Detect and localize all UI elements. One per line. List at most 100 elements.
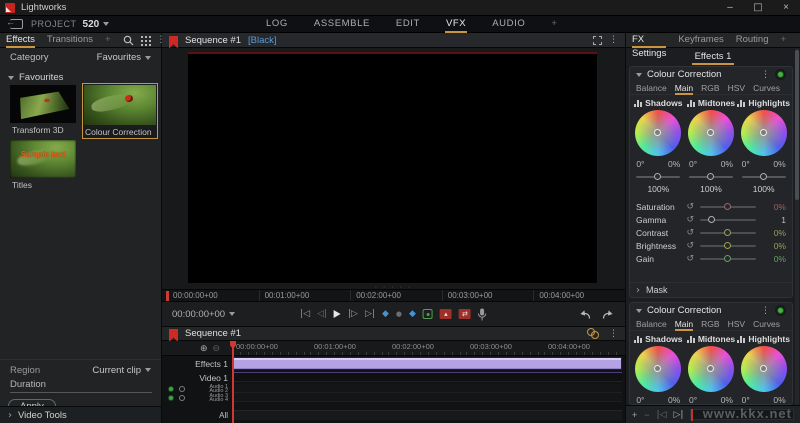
master-slider[interactable] bbox=[636, 176, 680, 178]
highlights-colour-wheel[interactable] bbox=[741, 346, 787, 392]
cc-tab-curves[interactable]: Curves bbox=[753, 318, 780, 331]
timeline-playhead[interactable] bbox=[232, 341, 234, 423]
histogram-icon[interactable] bbox=[634, 336, 642, 343]
shadows-colour-wheel[interactable] bbox=[635, 346, 681, 392]
video-track[interactable] bbox=[232, 372, 622, 382]
insert-edit-button[interactable]: ▴ bbox=[440, 309, 452, 319]
tab-audio[interactable]: AUDIO bbox=[491, 16, 526, 33]
timeline-zoom-out-icon[interactable]: ⊖ bbox=[213, 344, 221, 354]
effect-thumb-titles[interactable]: Sample text bbox=[10, 140, 76, 178]
effect-enabled-toggle[interactable] bbox=[777, 307, 784, 314]
cc-tab-curves[interactable]: Curves bbox=[753, 82, 780, 95]
cc-tab-hsv[interactable]: HSV bbox=[728, 82, 745, 95]
audio-monitor-radio-off[interactable] bbox=[179, 386, 185, 392]
reset-icon[interactable]: ↺ bbox=[686, 228, 694, 238]
histogram-icon[interactable] bbox=[634, 100, 642, 107]
wheel-handle[interactable] bbox=[707, 129, 714, 136]
histogram-icon[interactable] bbox=[737, 336, 745, 343]
reset-icon[interactable]: ↺ bbox=[686, 215, 694, 225]
remove-effect-button[interactable]: − bbox=[644, 410, 649, 420]
cc-tab-rgb[interactable]: RGB bbox=[701, 82, 719, 95]
histogram-icon[interactable] bbox=[737, 100, 745, 107]
track-label-effects[interactable]: Effects 1 bbox=[162, 359, 228, 369]
tab-add[interactable]: + bbox=[550, 16, 558, 33]
audio-track-1-2[interactable] bbox=[232, 384, 622, 393]
mask-section[interactable]: › Mask bbox=[630, 282, 792, 297]
jump-to-end-button[interactable]: ▷| bbox=[365, 309, 375, 319]
replace-edit-button[interactable]: ⇄ bbox=[459, 309, 471, 319]
fullscreen-icon[interactable] bbox=[593, 36, 602, 45]
tab-effects[interactable]: Effects bbox=[6, 33, 35, 48]
play-button[interactable] bbox=[334, 310, 341, 318]
cc-tab-balance[interactable]: Balance bbox=[636, 82, 667, 95]
cc-tab-main[interactable]: Main bbox=[675, 318, 693, 331]
audio-track-3-4[interactable] bbox=[232, 393, 622, 402]
reset-icon[interactable]: ↺ bbox=[686, 254, 694, 264]
contrast-slider[interactable] bbox=[700, 232, 756, 234]
master-slider[interactable] bbox=[689, 176, 733, 178]
timeline-menu-icon[interactable]: ⋮ bbox=[609, 329, 618, 339]
wheel-handle[interactable] bbox=[760, 365, 767, 372]
viewer-timecode-ruler[interactable]: 00:00:00+00 00:01:00+00 00:02:00+00 00:0… bbox=[162, 289, 625, 302]
mark-out-button[interactable]: ◆ bbox=[409, 309, 416, 319]
fx-scrub-marker[interactable] bbox=[691, 409, 693, 421]
safe-insert-icon[interactable] bbox=[423, 309, 433, 319]
audio-track-labels[interactable]: Audio 3Audio 4 bbox=[192, 393, 228, 403]
previous-keyframe-button[interactable]: |◁ bbox=[657, 410, 667, 420]
section-collapse-icon[interactable] bbox=[636, 309, 642, 313]
microphone-icon[interactable] bbox=[478, 308, 487, 321]
tab-vfx[interactable]: VFX bbox=[445, 16, 467, 33]
master-slider[interactable] bbox=[742, 176, 786, 178]
shadows-colour-wheel[interactable] bbox=[635, 110, 681, 156]
midtones-colour-wheel[interactable] bbox=[688, 110, 734, 156]
effect-stack-title[interactable]: Effects 1 bbox=[692, 51, 735, 65]
brightness-slider[interactable] bbox=[700, 245, 756, 247]
reset-icon[interactable]: ↺ bbox=[686, 241, 694, 251]
track-label-video[interactable]: Video 1 bbox=[162, 373, 228, 383]
sync-lock-icon[interactable] bbox=[587, 328, 600, 339]
cc-tab-rgb[interactable]: RGB bbox=[701, 318, 719, 331]
cue-marker-button[interactable]: ● bbox=[396, 310, 402, 318]
section-menu-icon[interactable]: ⋮ bbox=[761, 70, 770, 80]
tab-add-panel[interactable]: + bbox=[105, 33, 111, 48]
exit-project-icon[interactable] bbox=[10, 19, 23, 29]
close-button[interactable]: × bbox=[772, 0, 800, 16]
jump-to-start-button[interactable]: |◁ bbox=[300, 309, 310, 319]
tab-routing[interactable]: Routing bbox=[736, 33, 769, 48]
duration-field[interactable]: Duration bbox=[10, 379, 152, 393]
midtones-colour-wheel[interactable] bbox=[688, 346, 734, 392]
wheel-handle[interactable] bbox=[707, 365, 714, 372]
add-effect-button[interactable]: + bbox=[632, 410, 637, 420]
timeline-zoom-in-icon[interactable]: ⊕ bbox=[200, 344, 208, 354]
gamma-slider[interactable] bbox=[700, 219, 756, 221]
video-preview[interactable] bbox=[188, 52, 597, 283]
mark-in-button[interactable]: ◆ bbox=[382, 309, 389, 319]
minimize-button[interactable]: – bbox=[716, 0, 744, 16]
current-timecode[interactable]: 00:00:00+00 bbox=[172, 302, 235, 326]
tab-fx-settings[interactable]: FX Settings bbox=[632, 33, 666, 48]
highlights-colour-wheel[interactable] bbox=[741, 110, 787, 156]
audio-monitor-radio-on[interactable] bbox=[168, 395, 174, 401]
viewer-menu-icon[interactable]: ⋮ bbox=[609, 35, 618, 45]
tab-add-fx[interactable]: + bbox=[780, 33, 786, 48]
histogram-icon[interactable] bbox=[687, 100, 695, 107]
reset-icon[interactable]: ↺ bbox=[686, 202, 694, 212]
tab-transitions[interactable]: Transitions bbox=[47, 33, 93, 48]
search-icon[interactable] bbox=[123, 35, 134, 46]
tab-assemble[interactable]: ASSEMBLE bbox=[313, 16, 371, 33]
favourites-group-header[interactable]: Favourites bbox=[8, 72, 63, 83]
wheel-handle[interactable] bbox=[654, 365, 661, 372]
gain-slider[interactable] bbox=[700, 258, 756, 260]
wheel-handle[interactable] bbox=[654, 129, 661, 136]
wheel-handle[interactable] bbox=[760, 129, 767, 136]
step-forward-button[interactable]: |▷ bbox=[348, 309, 358, 319]
saturation-slider[interactable] bbox=[700, 206, 756, 208]
audio-monitor-radio-on[interactable] bbox=[168, 386, 174, 392]
audio-monitor-radio-off[interactable] bbox=[179, 395, 185, 401]
tab-log[interactable]: LOG bbox=[265, 16, 289, 33]
video-tools-section[interactable]: › Video Tools bbox=[0, 406, 161, 423]
next-keyframe-button[interactable]: ▷| bbox=[674, 410, 684, 420]
tab-keyframes[interactable]: Keyframes bbox=[678, 33, 723, 48]
grid-view-icon[interactable] bbox=[141, 36, 143, 38]
maximize-button[interactable]: □ bbox=[744, 0, 772, 16]
